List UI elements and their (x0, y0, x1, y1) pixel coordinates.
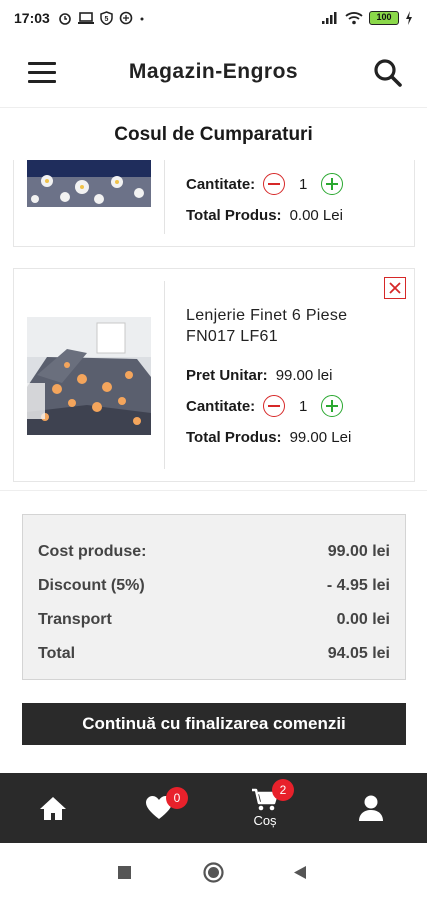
item-divider (164, 160, 165, 234)
status-right-icons: 100 (321, 11, 413, 25)
unit-price-value: 99.00 lei (275, 367, 333, 384)
product-name[interactable]: Lenjerie Finet 6 Piese FN017 LF61 (186, 305, 386, 347)
summary-value: 99.00 lei (327, 543, 390, 560)
search-icon[interactable] (373, 58, 403, 88)
total-row: Total Produs: 99.00 Lei (186, 429, 351, 446)
user-icon (359, 795, 383, 821)
close-icon (389, 282, 401, 294)
quantity-label: Cantitate: (186, 397, 256, 415)
vpn-icon (119, 11, 133, 25)
item-total-label: Total Produs: (186, 207, 282, 224)
summary-row-total: Total 94.05 lei (38, 645, 390, 663)
quantity-row: Cantitate: 1 (186, 173, 344, 195)
cart-count-badge: 2 (272, 779, 294, 801)
home-icon (40, 797, 66, 820)
cart-item: Lenjerie Finet 6 Piese FN017 LF61 Pret U… (13, 268, 415, 482)
menu-icon[interactable] (28, 62, 56, 84)
summary-row-discount: Discount (5%) - 4.95 lei (38, 577, 390, 595)
nav-favorites[interactable]: 0 (106, 773, 212, 843)
svg-text:5: 5 (104, 16, 108, 23)
checkout-button[interactable]: Continuă cu finalizarea comenzii (22, 703, 406, 745)
quantity-value: 1 (299, 397, 308, 415)
product-image (27, 317, 151, 435)
increase-quantity-button[interactable] (321, 395, 344, 417)
dot-icon (140, 17, 144, 21)
item-divider (164, 281, 165, 469)
page-title: Cosul de Cumparaturi (114, 124, 313, 145)
cart-label: Coș (253, 813, 277, 828)
summary-value: 0.00 lei (336, 611, 390, 628)
charging-icon (406, 11, 412, 25)
signal-icon (322, 12, 337, 24)
app-header: Magazin-Engros (0, 36, 427, 108)
status-left-icons: 5 (58, 11, 145, 25)
summary-value: 94.05 lei (327, 645, 390, 662)
shield-icon: 5 (100, 11, 113, 25)
summary-label: Discount (5%) (38, 577, 145, 594)
system-nav-bar (0, 843, 427, 900)
wifi-icon (345, 12, 363, 25)
battery-icon: 100 (369, 11, 399, 25)
item-total-value: 99.00 Lei (289, 429, 352, 446)
favorites-count-badge: 0 (166, 787, 188, 809)
summary-row-cost: Cost produse: 99.00 lei (38, 543, 390, 561)
bottom-nav: 0 Coș 2 (0, 773, 427, 843)
total-row: Total Produs: 0.00 Lei (186, 207, 343, 224)
quantity-row: Cantitate: 1 (186, 395, 344, 417)
item-total-label: Total Produs: (186, 429, 282, 446)
product-image (27, 160, 151, 207)
cart-item: Cantitate: 1 Total Produs: 0.00 Lei (13, 160, 415, 247)
nav-cart[interactable]: Coș 2 (212, 773, 318, 843)
decrease-quantity-button[interactable] (263, 173, 286, 195)
status-bar: 17:03 5 100 (0, 0, 427, 36)
summary-label: Total (38, 645, 76, 662)
cart-list[interactable]: Cantitate: 1 Total Produs: 0.00 Lei Lenj… (0, 160, 427, 490)
unit-price-label: Pret Unitar: (186, 367, 268, 384)
alarm-icon (59, 13, 71, 25)
unit-price-row: Pret Unitar: 99.00 lei (186, 367, 332, 384)
back-button[interactable] (293, 865, 307, 880)
laptop-icon (77, 12, 94, 24)
recents-button[interactable] (117, 865, 132, 880)
divider (0, 490, 427, 491)
remove-item-button[interactable] (384, 277, 406, 299)
increase-quantity-button[interactable] (321, 173, 344, 195)
home-button[interactable] (203, 862, 224, 883)
nav-account[interactable] (318, 773, 424, 843)
summary-label: Transport (38, 611, 112, 628)
order-summary: Cost produse: 99.00 lei Discount (5%) - … (22, 514, 406, 680)
status-time: 17:03 (14, 10, 50, 26)
quantity-label: Cantitate: (186, 175, 256, 193)
item-total-value: 0.00 Lei (289, 207, 343, 224)
summary-row-transport: Transport 0.00 lei (38, 611, 390, 629)
quantity-value: 1 (299, 175, 308, 193)
summary-label: Cost produse: (38, 543, 147, 560)
nav-home[interactable] (0, 773, 106, 843)
decrease-quantity-button[interactable] (263, 395, 286, 417)
app-title: Magazin-Engros (128, 59, 299, 83)
summary-value: - 4.95 lei (326, 577, 390, 594)
screen: 17:03 5 100 Magazin-Engros Cosul de Cump… (0, 0, 427, 900)
